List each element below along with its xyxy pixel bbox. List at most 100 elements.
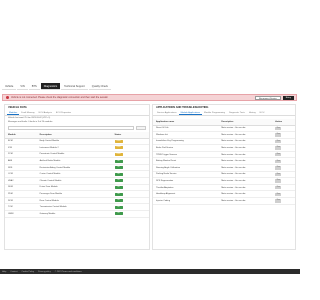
retry-button[interactable]: Retry (282, 95, 294, 100)
run-application-button[interactable]: Run (275, 172, 282, 177)
status-cell: Fault (111, 138, 149, 146)
footer-link-cookie-policy[interactable]: Cookie Policy (21, 271, 34, 273)
table-row[interactable]: DDM Driver Door Module OK (5, 184, 149, 192)
application-description: Meta version - Go see doc (218, 184, 273, 192)
vehicle-data-panel: VEHICLE DATA Modules Fault Memory ECU An… (4, 104, 150, 250)
application-description: Meta version - Go see doc (218, 125, 273, 133)
run-application-button[interactable]: Run (275, 166, 282, 170)
subtab-ecu-properties[interactable]: ECU Properties (54, 111, 73, 115)
module-description: Body Control Module (36, 138, 112, 146)
module-code: PCM (5, 151, 37, 159)
footer-link-contact[interactable]: Contact (10, 271, 17, 273)
action-cell: Run (272, 171, 295, 179)
module-description: Antilock Brake Module (36, 157, 112, 165)
table-row[interactable]: SRS Restraints Airbag Control Module OK (5, 164, 149, 172)
table-row[interactable]: PCM Powertrain Control Module Fault (5, 151, 149, 159)
filter-button[interactable] (136, 126, 146, 130)
module-description: Transmission Control Module (36, 203, 112, 212)
tab-technical-support[interactable]: Technical Support (61, 83, 88, 90)
table-row: Injector Coding Meta version - Go see doc… (153, 197, 295, 205)
status-badge: Fault (114, 152, 123, 156)
application-description: Meta version - Go see doc (218, 157, 273, 166)
status-cell: OK (111, 197, 149, 205)
subtab-module-programming[interactable]: Module Programming (202, 111, 227, 115)
module-code: ICM (5, 144, 37, 152)
main-tab-bar: Vehicle VIN BTS Diagnostics Technical Su… (2, 83, 130, 90)
status-badge: OK (114, 179, 123, 183)
table-row[interactable]: CCM Cruise Control Module OK (5, 170, 149, 179)
status-badge: OK (114, 159, 123, 163)
application-description: Meta version - Go see doc (218, 197, 273, 205)
application-name: DPF Regeneration (153, 177, 219, 185)
table-row[interactable]: GWM Gateway Module OK (5, 210, 149, 218)
table-row[interactable]: RCM Rear Control Module OK (5, 197, 149, 205)
run-application-button[interactable]: Run (275, 179, 282, 183)
run-application-button[interactable]: Run (275, 185, 282, 190)
application-name: Reset Oil Life (153, 125, 219, 133)
footer-copyright[interactable]: © 2023 Terms and conditions (55, 271, 82, 273)
subtab-service-applications[interactable]: Service Applications (155, 111, 179, 115)
table-row: Reset Oil Life Meta version - Go see doc R… (153, 125, 295, 133)
application-name: Throttle Adaptation (153, 184, 219, 192)
module-code: PDM (5, 190, 37, 198)
status-cell: Fault (111, 151, 149, 159)
table-row[interactable]: BCM Body Control Module Fault (5, 138, 149, 146)
footer-link-help[interactable]: Help (2, 271, 6, 273)
table-row: Throttle Adaptation Meta version - Go see… (153, 184, 295, 192)
table-row[interactable]: ICM Instrument Module 2 Fault (5, 144, 149, 152)
application-name: Battery Monitor Reset (153, 157, 219, 166)
table-row: Immobilizer Key Programming Meta version … (153, 138, 295, 146)
run-application-button[interactable]: Run (275, 192, 282, 196)
run-application-button[interactable]: Run (275, 126, 282, 130)
run-application-button[interactable]: Run (275, 152, 282, 157)
tab-bts[interactable]: BTS (28, 83, 40, 90)
table-row[interactable]: HVAC Climate Control Module OK (5, 177, 149, 185)
module-code: BCM (5, 138, 37, 146)
table-row[interactable]: PDM Passenger Door Module OK (5, 190, 149, 198)
module-description: Passenger Door Module (36, 190, 112, 198)
application-description: Meta version - Go see doc (218, 164, 273, 172)
modules-table: Module Description Status BCM Body Contro… (5, 132, 149, 218)
status-badge: OK (114, 205, 123, 209)
action-cell: Run (272, 177, 295, 185)
run-application-button[interactable]: Run (275, 139, 282, 144)
footer-link-privacy-policy[interactable]: Privacy policy (38, 271, 51, 273)
table-row: Brake Pad Service Meta version - Go see d… (153, 144, 295, 152)
subtab-ecu[interactable]: ECU (258, 111, 267, 115)
subtab-fault-memory[interactable]: Fault Memory (19, 111, 36, 115)
subtab-diagnostic-tests[interactable]: Diagnostic Tests (227, 111, 247, 115)
application-name: TPMS Trigger Sensors (153, 151, 219, 159)
application-name: Injector Coding (153, 197, 219, 205)
subtab-history[interactable]: History (247, 111, 258, 115)
module-description: Gateway Module (36, 210, 112, 218)
action-cell: Run (272, 164, 295, 172)
module-description: Climate Control Module (36, 177, 112, 185)
run-application-button[interactable]: Run (275, 133, 282, 137)
module-search-input[interactable] (8, 126, 134, 130)
tab-diagnostics[interactable]: Diagnostics (40, 83, 61, 90)
tab-quality-check[interactable]: Quality Check (88, 83, 111, 90)
status-badge: Fault (114, 139, 123, 143)
module-description: Restraints Airbag Control Module (36, 164, 112, 172)
application-description: Meta version - Go see doc (218, 131, 273, 139)
tab-vin[interactable]: VIN (17, 83, 28, 90)
application-description: Meta version - Go see doc (218, 138, 273, 146)
run-application-button[interactable]: Run (275, 146, 282, 150)
run-application-button[interactable]: Run (275, 159, 282, 163)
module-code: TCM (5, 203, 37, 212)
reconnect-device-button[interactable]: Reconnect Device (255, 95, 281, 100)
subtab-module-applications[interactable]: Module Applications (178, 111, 203, 115)
application-description: Meta version - Go see doc (218, 190, 273, 199)
status-cell: OK (111, 203, 149, 212)
module-code: CCM (5, 170, 37, 179)
application-name: Brake Pad Service (153, 144, 219, 152)
application-description: Meta version - Go see doc (218, 151, 273, 159)
tab-vehicle[interactable]: Vehicle (2, 83, 17, 90)
subtab-modules[interactable]: Modules (7, 111, 20, 115)
table-row[interactable]: TCM Transmission Control Module OK (5, 203, 149, 212)
subtab-ecu-analysis[interactable]: ECU Analysis (37, 111, 54, 115)
status-badge: OK (114, 192, 123, 196)
table-row[interactable]: ABS Antilock Brake Module OK (5, 157, 149, 165)
run-application-button[interactable]: Run (275, 199, 282, 203)
module-description: Rear Control Module (36, 197, 112, 205)
